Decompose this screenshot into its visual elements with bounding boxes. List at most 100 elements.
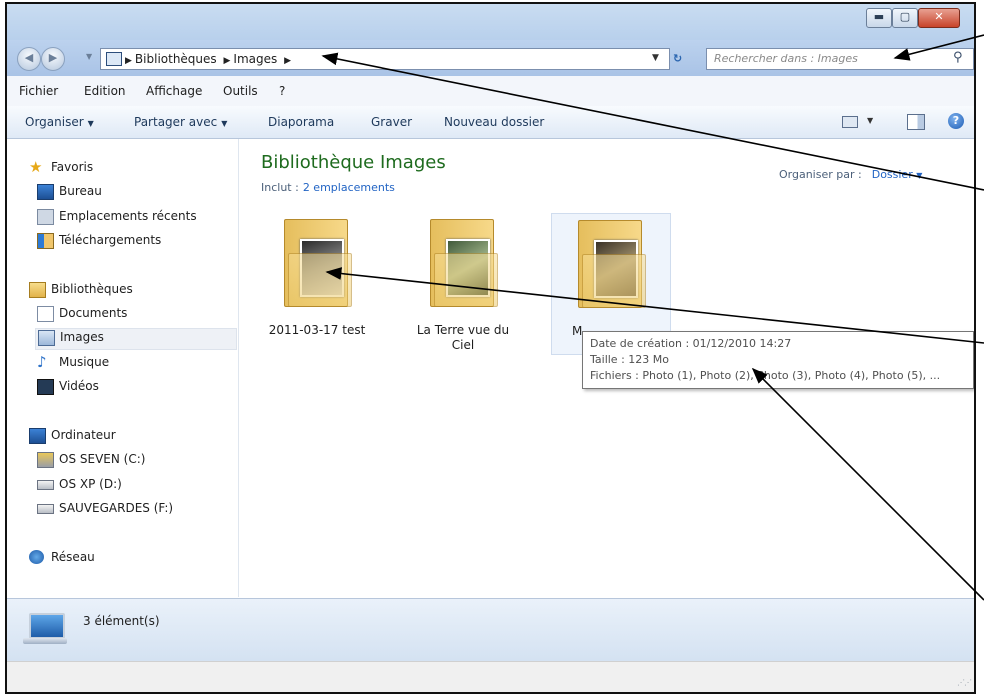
includes-label: Inclut :	[261, 181, 299, 194]
view-options-icon[interactable]	[842, 116, 858, 128]
arrow-right-icon: ▶	[48, 51, 58, 64]
chevron-right-icon[interactable]: ▶	[284, 56, 291, 66]
menu-help[interactable]: ?	[279, 84, 285, 98]
sidebar-item-label: OS XP (D:)	[59, 477, 122, 491]
minimize-button[interactable]: ▬	[866, 8, 892, 28]
sidebar-item-label: Documents	[59, 306, 128, 320]
minimize-icon: ▬	[873, 10, 885, 23]
menu-bar: Fichier Edition Affichage Outils ?	[7, 76, 974, 107]
downloads-icon	[37, 233, 54, 249]
breadcrumb-libraries[interactable]: Bibliothèques	[135, 52, 217, 66]
sidebar-item-label: Ordinateur	[51, 428, 116, 442]
slideshow-button[interactable]: Diaporama	[268, 115, 334, 129]
menu-edit[interactable]: Edition	[84, 84, 126, 98]
breadcrumb: ▶ Bibliothèques ▶ Images ▶	[125, 52, 294, 66]
explorer-window: ▬ ▢ ✕ ◀ ▶ ▼ ▶ Bibliothèques ▶ Images ▶ ▼ ↻…	[5, 2, 976, 694]
help-icon[interactable]: ?	[948, 113, 964, 129]
new-folder-button[interactable]: Nouveau dossier	[444, 115, 544, 129]
chevron-down-icon: ▼	[916, 171, 923, 180]
close-button[interactable]: ✕	[918, 8, 960, 28]
arrange-by-value: Dossier	[871, 168, 913, 181]
tooltip-created-date: Date de création : 01/12/2010 14:27	[590, 337, 792, 350]
command-bar: Organiser ▼ Partager avec ▼ Diaporama Grav…	[7, 106, 974, 139]
breadcrumb-images[interactable]: Images	[233, 52, 277, 66]
folder-icon	[578, 220, 646, 308]
libraries-icon	[29, 282, 46, 298]
tooltip-files: Fichiers : Photo (1), Photo (2), Photo (…	[590, 369, 941, 382]
folder-item[interactable]: 2011-03-17 test	[258, 213, 376, 353]
sidebar-item-label: Téléchargements	[59, 233, 162, 247]
chevron-right-icon[interactable]: ▶	[224, 56, 231, 66]
navigation-pane: ★ Favoris Bureau Emplacements récents Tél…	[7, 139, 239, 597]
menu-view[interactable]: Affichage	[146, 84, 202, 98]
burn-button[interactable]: Graver	[371, 115, 412, 129]
search-icon[interactable]: ⚲	[953, 50, 963, 65]
maximize-icon: ▢	[899, 10, 911, 23]
refresh-icon[interactable]: ↻	[673, 52, 682, 65]
sidebar-item-images[interactable]: Images	[35, 328, 237, 350]
library-title: Bibliothèque Images	[261, 152, 446, 173]
search-placeholder: Rechercher dans : Images	[714, 52, 858, 65]
sidebar-item-label: SAUVEGARDES (F:)	[59, 501, 174, 515]
arrange-by-dropdown[interactable]: Dossier ▼	[872, 168, 923, 181]
computer-icon	[29, 428, 46, 444]
sidebar-item-label: Images	[60, 330, 104, 344]
chevron-down-icon: ▼	[221, 119, 228, 128]
folder-name: La Terre vue du Ciel	[416, 323, 510, 352]
sidebar-item-label: Réseau	[51, 550, 95, 564]
sidebar-item-label: Bureau	[59, 184, 102, 198]
music-icon: ♪	[37, 353, 47, 371]
menu-tools[interactable]: Outils	[223, 84, 258, 98]
back-button[interactable]: ◀	[17, 47, 41, 71]
share-button[interactable]: Partager avec ▼	[134, 115, 227, 129]
sidebar-item-label: Favoris	[51, 160, 94, 174]
address-dropdown-icon[interactable]: ▼	[652, 53, 659, 63]
organise-label: Organiser	[25, 115, 84, 129]
includes-locations-link[interactable]: 2 emplacements	[303, 181, 395, 194]
sidebar-item-label: Bibliothèques	[51, 282, 133, 296]
view-dropdown-icon[interactable]: ▼	[867, 116, 873, 125]
folder-tooltip: Date de création : 01/12/2010 14:27 Tail…	[582, 331, 974, 389]
close-icon: ✕	[934, 10, 944, 23]
chevron-down-icon: ▼	[87, 119, 94, 128]
library-images-icon	[106, 52, 122, 66]
status-bar: ⋰⋰	[7, 661, 974, 692]
maximize-button[interactable]: ▢	[892, 8, 918, 28]
menu-file[interactable]: Fichier	[19, 84, 58, 98]
content-pane: Bibliothèque Images Inclut : 2 emplacemen…	[239, 139, 974, 597]
desktop-icon	[37, 184, 54, 200]
search-input[interactable]: Rechercher dans : Images ⚲	[706, 48, 974, 70]
folder-item[interactable]: La Terre vue du Ciel	[404, 213, 522, 353]
library-includes: Inclut : 2 emplacements	[261, 181, 395, 194]
history-dropdown-icon[interactable]: ▼	[86, 52, 92, 61]
folder-name: 2011-03-17 test	[268, 323, 366, 337]
preview-pane-icon[interactable]	[907, 114, 925, 130]
tooltip-size: Taille : 123 Mo	[590, 353, 669, 366]
title-bar: ▬ ▢ ✕	[7, 4, 974, 40]
system-drive-icon	[37, 452, 54, 468]
folder-icon	[284, 219, 352, 307]
laptop-base-icon	[23, 638, 67, 644]
network-icon	[29, 550, 44, 564]
sidebar-item-label: Musique	[59, 355, 110, 369]
organise-button[interactable]: Organiser ▼	[25, 115, 94, 129]
videos-icon	[37, 379, 54, 395]
sidebar-item-label: Vidéos	[59, 379, 99, 393]
computer-icon	[29, 613, 65, 639]
sidebar-item-label: Emplacements récents	[59, 209, 197, 223]
arrow-left-icon: ◀	[24, 51, 34, 64]
forward-button[interactable]: ▶	[41, 47, 65, 71]
hard-drive-icon	[37, 480, 54, 490]
resize-grip-icon[interactable]: ⋰⋰	[957, 678, 972, 687]
star-icon: ★	[29, 158, 43, 176]
sidebar-item-label: OS SEVEN (C:)	[59, 452, 146, 466]
chevron-right-icon[interactable]: ▶	[125, 56, 132, 66]
hard-drive-icon	[37, 504, 54, 514]
details-pane: 3 élément(s)	[7, 598, 974, 661]
recent-places-icon	[37, 209, 54, 225]
item-count: 3 élément(s)	[83, 614, 160, 628]
arrange-by: Organiser par : Dossier ▼	[779, 168, 922, 181]
share-label: Partager avec	[134, 115, 218, 129]
folder-icon	[430, 219, 498, 307]
address-bar[interactable]: ▶ Bibliothèques ▶ Images ▶ ▼	[100, 48, 670, 70]
